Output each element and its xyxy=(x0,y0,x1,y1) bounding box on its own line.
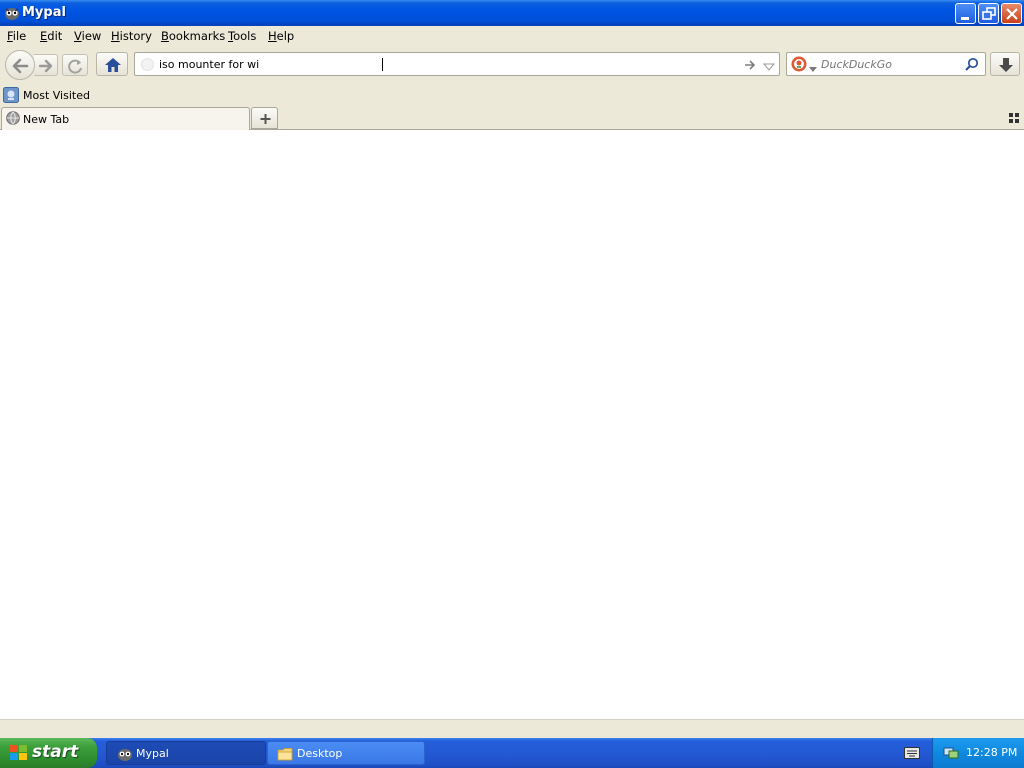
forward-button[interactable] xyxy=(34,54,58,76)
menu-bookmarks[interactable]: Bookmarks xyxy=(161,29,225,43)
page-content[interactable] xyxy=(0,130,1024,719)
close-button[interactable] xyxy=(1001,3,1022,24)
download-arrow-icon xyxy=(999,58,1013,72)
status-bar xyxy=(0,719,1024,738)
new-tab-button[interactable] xyxy=(251,107,278,129)
search-engine-dropdown-icon[interactable] xyxy=(809,62,817,75)
plus-icon xyxy=(260,114,271,124)
forward-arrow-icon xyxy=(38,59,53,73)
most-visited-icon xyxy=(3,87,19,106)
menu-view[interactable]: View xyxy=(74,29,101,43)
home-icon xyxy=(105,58,121,72)
menu-help[interactable]: Help xyxy=(268,29,294,43)
taskbar-item-desktop[interactable]: Desktop xyxy=(267,741,425,765)
taskbar-item-mypal[interactable]: Mypal xyxy=(106,741,266,765)
network-icon[interactable] xyxy=(943,746,959,763)
window-title: Mypal xyxy=(22,5,66,20)
text-caret xyxy=(382,58,383,71)
reload-button[interactable] xyxy=(62,54,88,76)
navigation-toolbar xyxy=(0,46,1024,84)
globe-icon xyxy=(6,111,20,128)
menu-history[interactable]: History xyxy=(111,29,152,43)
search-bar[interactable] xyxy=(786,52,986,76)
go-arrow-icon[interactable] xyxy=(743,58,757,75)
mypal-app-icon xyxy=(4,5,20,21)
tab-strip: New Tab xyxy=(0,105,1024,130)
back-button[interactable] xyxy=(5,50,35,80)
menu-bar: File Edit View History Bookmarks Tools H… xyxy=(0,26,1024,46)
bookmarks-toolbar: Most Visited xyxy=(0,84,1024,105)
keyboard-icon[interactable] xyxy=(904,747,920,762)
system-tray: 12:28 PM xyxy=(932,738,1024,768)
url-bar[interactable] xyxy=(134,52,780,76)
start-button[interactable]: start xyxy=(0,738,97,768)
duckduckgo-icon[interactable] xyxy=(791,56,807,72)
url-dropdown-icon[interactable] xyxy=(762,61,776,74)
clock[interactable]: 12:28 PM xyxy=(966,746,1017,759)
home-button[interactable] xyxy=(96,52,128,76)
minimize-button[interactable] xyxy=(955,3,976,24)
search-input[interactable] xyxy=(821,56,961,72)
window-titlebar[interactable]: Mypal xyxy=(0,0,1024,26)
page-identity-icon xyxy=(141,58,154,71)
menu-tools[interactable]: Tools xyxy=(228,29,256,43)
url-input[interactable] xyxy=(159,56,739,72)
tab-list-icon[interactable] xyxy=(1008,112,1020,124)
menu-file[interactable]: File xyxy=(7,29,26,43)
windows-taskbar: start Mypal Desktop 12:28 PM xyxy=(0,738,1024,768)
windows-flag-icon xyxy=(9,744,29,765)
tab-new-tab[interactable]: New Tab xyxy=(1,107,250,130)
mypal-task-icon xyxy=(117,746,133,765)
menu-edit[interactable]: Edit xyxy=(40,29,62,43)
folder-icon xyxy=(277,746,293,765)
back-arrow-icon xyxy=(12,58,29,74)
restore-button[interactable] xyxy=(978,3,999,24)
search-icon[interactable] xyxy=(965,57,979,74)
downloads-button[interactable] xyxy=(990,52,1020,76)
reload-icon xyxy=(68,59,82,74)
